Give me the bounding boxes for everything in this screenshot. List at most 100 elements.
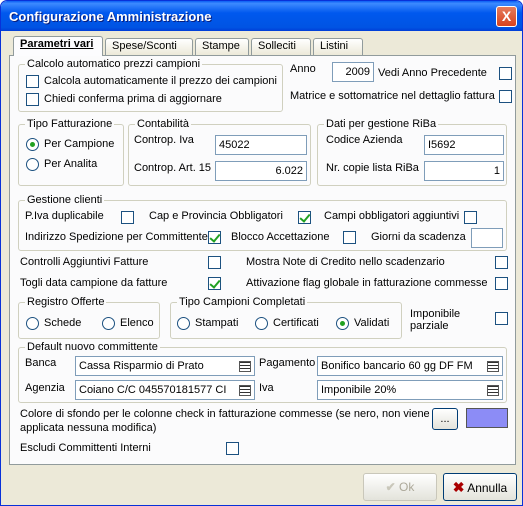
annulla-button[interactable]: ✖ Annulla: [443, 473, 517, 501]
tab-label: Parametri vari: [20, 38, 94, 50]
cap-label: Cap e Provincia Obbligatori: [149, 210, 283, 222]
radio-schede[interactable]: [26, 317, 39, 330]
radio-validati[interactable]: [336, 317, 349, 330]
iva-label: Iva: [259, 382, 274, 394]
pagamento-label: Pagamento: [259, 357, 316, 369]
calcola-checkbox[interactable]: [26, 75, 39, 88]
note-checkbox[interactable]: [495, 256, 508, 269]
chiedi-label: Chiedi conferma prima di aggiornare: [44, 93, 222, 105]
radio-per-analita[interactable]: [26, 158, 39, 171]
controp-art15-input[interactable]: 6.022: [215, 161, 307, 181]
blocco-checkbox[interactable]: [343, 231, 356, 244]
matrice-checkbox[interactable]: [499, 90, 512, 103]
list-icon[interactable]: [238, 384, 251, 396]
imponibile-label: Imponibile parziale: [410, 308, 461, 332]
banca-label: Banca: [25, 357, 57, 369]
config-window: Configurazione Amministrazione X Paramet…: [0, 0, 523, 506]
radio-stampati[interactable]: [177, 317, 190, 330]
per-campione-label: Per Campione: [44, 138, 115, 150]
group-riba: Dati per gestione RiBa Codice Azienda I5…: [317, 118, 507, 186]
cap-checkbox[interactable]: [298, 211, 311, 224]
tab-listini[interactable]: Listini: [313, 38, 363, 55]
tab-label: Listini: [320, 40, 349, 52]
tab-label: Solleciti: [258, 40, 296, 52]
title-bar: Configurazione Amministrazione X: [1, 1, 522, 31]
radio-elenco[interactable]: [102, 317, 115, 330]
stampati-label: Stampati: [195, 317, 239, 329]
group-legend: Dati per gestione RiBa: [324, 118, 439, 130]
attivazione-checkbox[interactable]: [495, 277, 508, 290]
group-tipo-fatturazione: Tipo Fatturazione Per Campione Per Anali…: [18, 118, 124, 186]
piva-label: P.Iva duplicabile: [25, 210, 104, 222]
banca-select[interactable]: Cassa Risparmio di Prato: [75, 356, 255, 376]
vedi-anno-checkbox[interactable]: [499, 67, 512, 80]
close-button[interactable]: X: [496, 6, 517, 27]
list-icon[interactable]: [486, 360, 499, 372]
list-icon[interactable]: [486, 384, 499, 396]
matrice-label: Matrice e sottomatrice nel dettaglio fat…: [290, 90, 495, 102]
tab-panel: Calcolo automatico prezzi campioni Calco…: [9, 55, 516, 465]
copie-riba-input[interactable]: 1: [424, 161, 504, 181]
copie-riba-label: Nr. copie lista RiBa: [326, 162, 419, 174]
validati-label: Validati: [354, 317, 390, 329]
tab-solleciti[interactable]: Solleciti: [251, 38, 311, 55]
check-icon: ✔: [385, 480, 396, 494]
group-legend: Tipo Fatturazione: [25, 118, 115, 130]
group-legend: Gestione clienti: [25, 194, 105, 206]
group-tipo-campioni: Tipo Campioni Completati Stampati Certif…: [170, 296, 402, 339]
group-legend: Contabilità: [135, 118, 191, 130]
codice-azienda-input[interactable]: I5692: [424, 135, 504, 155]
choose-color-button[interactable]: ...: [432, 408, 458, 430]
imponibile-checkbox[interactable]: [495, 312, 508, 325]
attivazione-label: Attivazione flag globale in fatturazione…: [246, 277, 488, 289]
anno-label: Anno: [290, 63, 316, 75]
togli-checkbox[interactable]: [208, 277, 221, 290]
pagamento-select[interactable]: Bonifico bancario 60 gg DF FM: [317, 356, 503, 376]
group-legend: Tipo Campioni Completati: [177, 296, 308, 308]
elenco-label: Elenco: [120, 317, 154, 329]
group-calcolo-prezzi: Calcolo automatico prezzi campioni Calco…: [18, 58, 283, 112]
togli-label: Togli data campione da fatture: [20, 277, 168, 289]
group-default-committente: Default nuovo committente Banca Cassa Ri…: [18, 341, 507, 403]
ok-button[interactable]: ✔ Ok: [363, 473, 437, 501]
controp-iva-input[interactable]: 45022: [215, 135, 307, 155]
giorni-label: Giorni da scadenza: [371, 231, 466, 243]
iva-select[interactable]: Imponibile 20%: [317, 380, 503, 400]
escludi-checkbox[interactable]: [226, 442, 239, 455]
controlli-label: Controlli Aggiuntivi Fatture: [20, 256, 149, 268]
agenzia-select[interactable]: Coiano C/C 045570181577 CI: [75, 380, 255, 400]
group-contabilita: Contabilità Controp. Iva 45022 Controp. …: [128, 118, 311, 186]
color-swatch[interactable]: [466, 408, 508, 428]
radio-certificati[interactable]: [255, 317, 268, 330]
radio-per-campione[interactable]: [26, 138, 39, 151]
pagamento-value: Bonifico bancario 60 gg DF FM: [321, 360, 473, 372]
controlli-checkbox[interactable]: [208, 256, 221, 269]
chiedi-checkbox[interactable]: [26, 93, 39, 106]
piva-checkbox[interactable]: [121, 211, 134, 224]
giorni-input[interactable]: [471, 228, 503, 248]
blocco-label: Blocco Accettazione: [231, 231, 330, 243]
anno-input[interactable]: 2009: [332, 62, 374, 82]
iva-value: Imponibile 20%: [321, 384, 397, 396]
campi-checkbox[interactable]: [464, 211, 477, 224]
vedi-anno-label: Vedi Anno Precedente: [378, 67, 487, 79]
per-analita-label: Per Analita: [44, 158, 98, 170]
list-icon[interactable]: [238, 360, 251, 372]
agenzia-label: Agenzia: [25, 382, 65, 394]
group-gestione-clienti: Gestione clienti P.Iva duplicabile Cap e…: [18, 194, 507, 251]
tab-stampe[interactable]: Stampe: [195, 38, 249, 55]
ok-label: Ok: [399, 480, 415, 494]
note-label: Mostra Note di Credito nello scadenzario: [246, 256, 445, 268]
calcola-label: Calcola automaticamente il prezzo dei ca…: [44, 75, 277, 87]
group-legend: Default nuovo committente: [25, 341, 160, 353]
campi-label: Campi obbligatori aggiuntivi: [324, 210, 460, 222]
indirizzo-checkbox[interactable]: [208, 231, 221, 244]
tab-spese-sconti[interactable]: Spese/Sconti: [105, 38, 193, 55]
codice-azienda-label: Codice Azienda: [326, 134, 403, 146]
tab-parametri-vari[interactable]: Parametri vari: [13, 36, 103, 56]
controp-art15-label: Controp. Art. 15: [134, 162, 212, 174]
tab-label: Spese/Sconti: [112, 40, 177, 52]
colore-label: Colore di sfondo per le colonne check in…: [20, 408, 430, 434]
group-legend: Registro Offerte: [25, 296, 107, 308]
cancel-icon: ✖: [452, 479, 465, 495]
